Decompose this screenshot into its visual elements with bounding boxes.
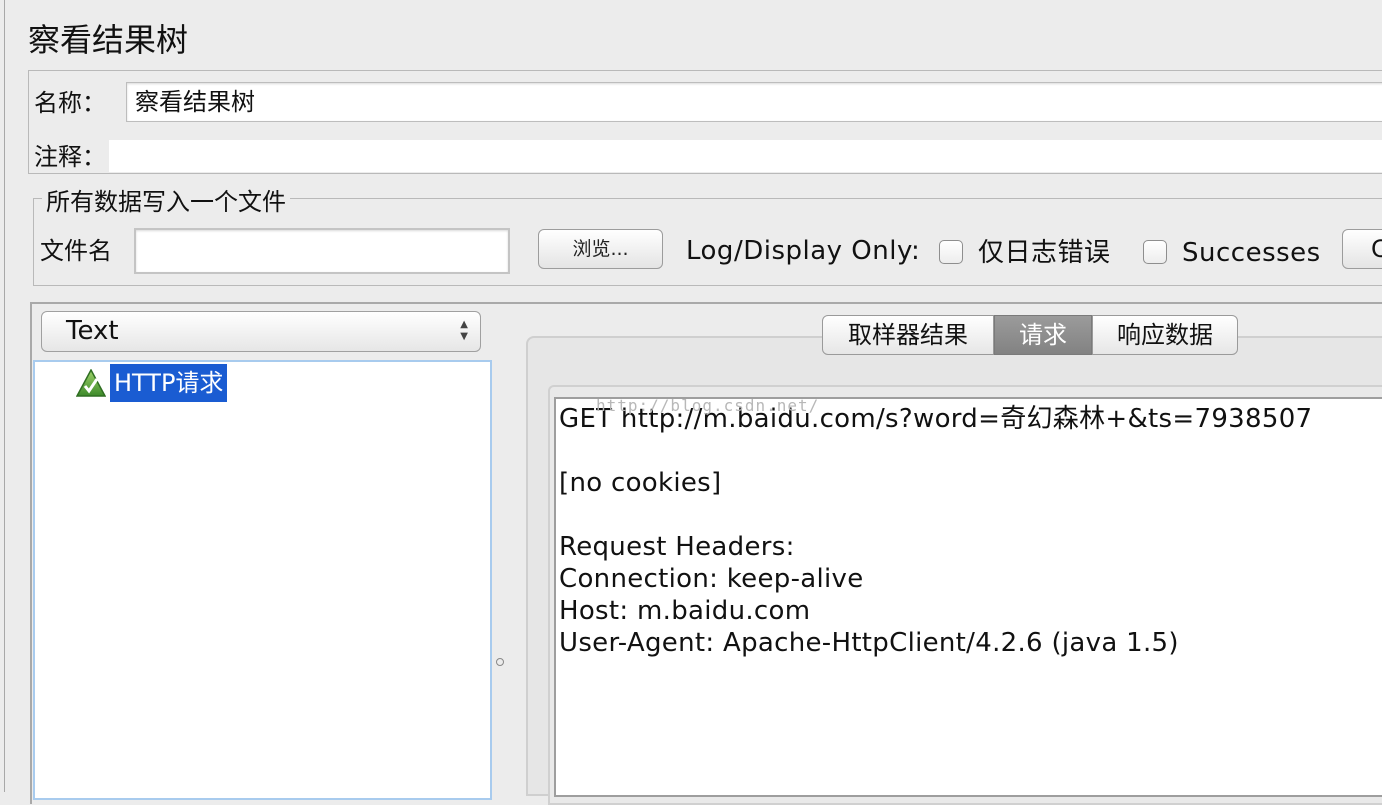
tree-item-http-request[interactable]: HTTP请求 bbox=[110, 364, 228, 402]
tab-response-data[interactable]: 响应数据 bbox=[1092, 315, 1238, 355]
cookies-line: [no cookies] bbox=[559, 468, 722, 498]
filename-field[interactable] bbox=[134, 228, 510, 274]
headers-title-line: Request Headers: bbox=[559, 532, 795, 562]
header-host-line: Host: m.baidu.com bbox=[559, 596, 811, 626]
detail-tabs: 取样器结果 请求 响应数据 bbox=[822, 315, 1238, 355]
successes-label[interactable]: Successes bbox=[1182, 236, 1321, 270]
header-connection-line: Connection: keep-alive bbox=[559, 564, 864, 594]
panel-title: 察看结果树 bbox=[28, 21, 189, 59]
watermark: http://blog.csdn.net/ bbox=[596, 396, 820, 415]
result-tree[interactable] bbox=[33, 360, 492, 800]
select-arrows-icon: ▲ ▼ bbox=[460, 319, 468, 342]
renderer-select[interactable]: Text ▲ ▼ bbox=[41, 311, 481, 352]
configure-button[interactable]: C bbox=[1342, 229, 1382, 269]
splitter-handle[interactable] bbox=[496, 658, 504, 666]
successes-checkbox[interactable] bbox=[1143, 240, 1167, 264]
name-label: 名称： bbox=[34, 89, 106, 117]
file-group-legend: 所有数据写入一个文件 bbox=[42, 186, 290, 218]
tab-request[interactable]: 请求 bbox=[994, 315, 1092, 355]
errors-only-label[interactable]: 仅日志错误 bbox=[978, 236, 1111, 270]
renderer-selected-value: Text bbox=[66, 316, 119, 346]
browse-button[interactable]: 浏览... bbox=[538, 229, 663, 269]
success-triangle-icon bbox=[76, 369, 106, 397]
tab-sampler-result[interactable]: 取样器结果 bbox=[822, 315, 994, 355]
comment-label: 注释： bbox=[34, 143, 106, 171]
request-blank-line-2 bbox=[559, 499, 1382, 531]
window-left-edge bbox=[4, 0, 5, 792]
request-text-area[interactable]: GET http://m.baidu.com/s?word=奇幻森林+&ts=7… bbox=[554, 397, 1382, 797]
name-field[interactable]: 察看结果树 bbox=[126, 82, 1382, 122]
header-user-agent-line: User-Agent: Apache-HttpClient/4.2.6 (jav… bbox=[559, 628, 1179, 658]
comment-field[interactable] bbox=[109, 140, 1382, 172]
request-blank-line bbox=[559, 435, 1382, 467]
filename-label: 文件名 bbox=[40, 237, 112, 265]
log-display-only-label: Log/Display Only: bbox=[686, 236, 921, 266]
errors-only-checkbox[interactable] bbox=[939, 240, 963, 264]
